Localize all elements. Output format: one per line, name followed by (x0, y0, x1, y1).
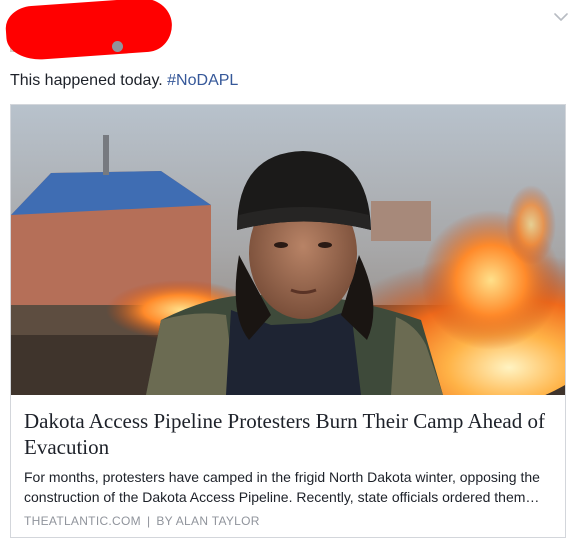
post-text: This happened today. #NoDAPL (10, 70, 238, 92)
hashtag-link[interactable]: #NoDAPL (167, 72, 238, 89)
globe-icon[interactable] (112, 41, 123, 52)
post-text-body: This happened today. (10, 72, 168, 89)
post-header (0, 0, 576, 62)
chevron-down-icon[interactable] (554, 12, 568, 22)
source-domain: THEATLANTIC.COM (24, 514, 141, 528)
link-preview-title[interactable]: Dakota Access Pipeline Protesters Burn T… (24, 408, 554, 460)
link-preview-image[interactable] (11, 105, 565, 395)
link-preview-description: For months, protesters have camped in th… (24, 469, 540, 505)
link-preview-body[interactable]: Dakota Access Pipeline Protesters Burn T… (11, 396, 565, 537)
link-preview-source: THEATLANTIC.COM | BY ALAN TAYLOR (24, 514, 260, 528)
link-preview-card[interactable]: Dakota Access Pipeline Protesters Burn T… (10, 104, 566, 538)
source-byline: BY ALAN TAYLOR (156, 514, 260, 528)
source-separator: | (146, 514, 151, 528)
author-name-redaction (4, 0, 174, 62)
